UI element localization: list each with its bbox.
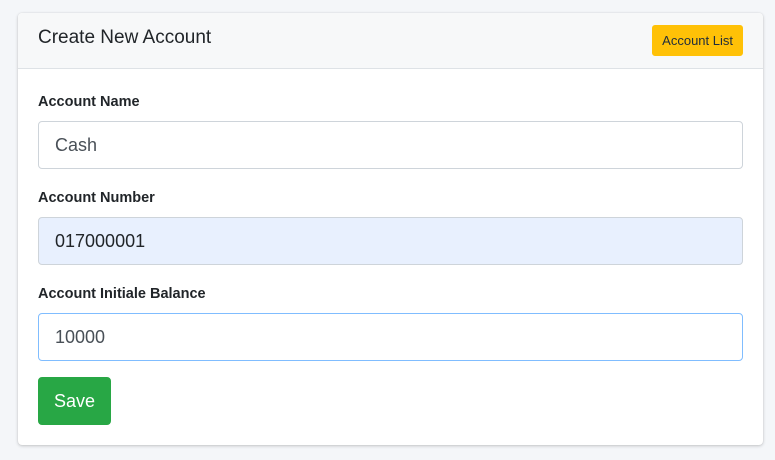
account-number-label: Account Number <box>38 190 155 206</box>
initial-balance-input[interactable] <box>38 313 743 361</box>
initial-balance-label: Account Initiale Balance <box>38 286 206 302</box>
save-button[interactable]: Save <box>38 377 111 425</box>
card-header: Create New Account Account List <box>18 13 763 69</box>
account-name-input[interactable] <box>38 121 743 169</box>
create-account-card: Create New Account Account List Account … <box>18 13 763 445</box>
page-title: Create New Account <box>38 27 212 48</box>
account-number-input[interactable] <box>38 217 743 265</box>
account-name-label: Account Name <box>38 94 140 110</box>
account-list-button[interactable]: Account List <box>652 25 743 56</box>
